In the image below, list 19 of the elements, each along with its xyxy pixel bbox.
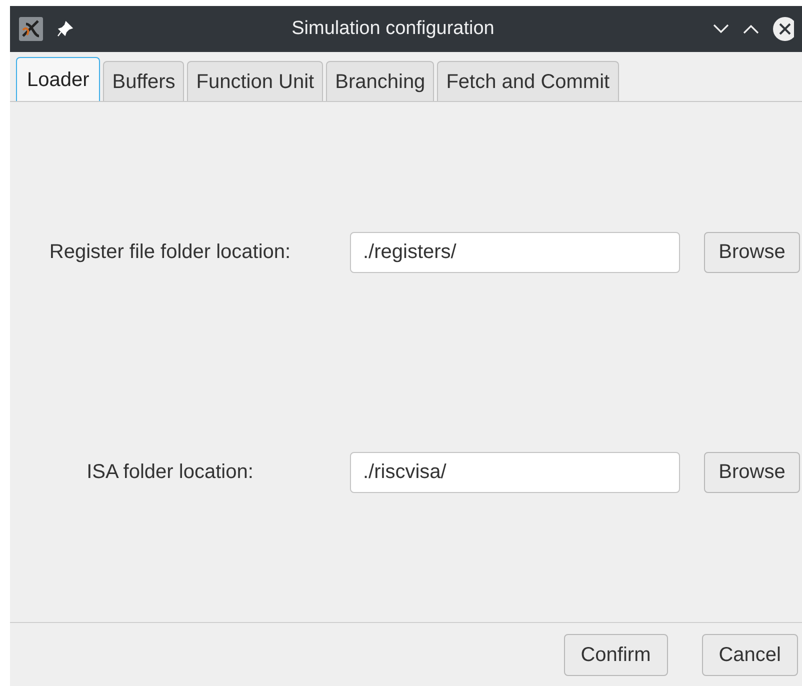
app-icon [18, 16, 44, 42]
tab[interactable]: Function Unit [187, 61, 324, 101]
field-label: Register file folder location: [49, 241, 291, 263]
input-field[interactable]: ./riscvisa/ [350, 452, 680, 492]
browse-button[interactable]: Browse [704, 232, 800, 272]
input-field[interactable]: ./registers/ [350, 232, 680, 272]
tab[interactable]: Fetch and Commit [437, 61, 619, 101]
minimize-icon[interactable] [712, 23, 730, 35]
maximize-icon[interactable] [742, 23, 760, 35]
pin-icon[interactable] [56, 20, 74, 38]
window-title: Simulation configuration [292, 18, 494, 39]
tab[interactable]: Branching [326, 61, 434, 101]
tab[interactable]: Buffers [103, 61, 184, 101]
field-label: ISA folder location: [86, 461, 254, 483]
tab[interactable]: Loader [16, 57, 100, 101]
browse-button[interactable]: Browse [704, 452, 800, 492]
close-icon[interactable] [772, 16, 794, 42]
dialog-button[interactable]: Confirm [564, 634, 668, 676]
dialog-button[interactable]: Cancel [702, 634, 798, 676]
